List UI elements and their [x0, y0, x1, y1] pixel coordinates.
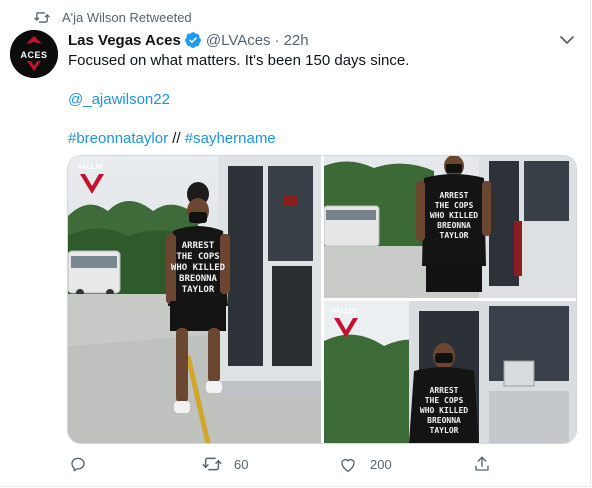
header-separator: · [274, 31, 280, 49]
timestamp[interactable]: 22h [284, 32, 309, 49]
verified-badge-icon [184, 31, 202, 49]
like-count: 200 [370, 456, 392, 472]
retweet-context[interactable]: A'ja Wilson Retweeted [34, 8, 192, 26]
author-name[interactable]: Las Vegas Aces [68, 32, 181, 49]
svg-text:THE COPS: THE COPS [176, 252, 219, 262]
action-bar: 60 200 [68, 452, 580, 476]
heart-icon [338, 454, 358, 474]
retweet-count: 60 [234, 456, 249, 472]
svg-text:THE COPS: THE COPS [425, 396, 464, 405]
photo-player-bus-door[interactable]: ARREST THE COPS WHO KILLED BREONNA TAYLO… [324, 156, 576, 298]
aces-logo: ACES [10, 30, 58, 78]
author-handle[interactable]: @LVAces [206, 32, 271, 49]
photo-player-walking[interactable]: ARREST THE COPS WHO KILLED BREONNA TAYLO… [68, 156, 321, 443]
retweet-icon [202, 454, 222, 474]
like-button[interactable]: 200 [338, 452, 392, 476]
more-options-chevron-icon[interactable] [558, 31, 576, 49]
svg-text:WHO KILLED: WHO KILLED [171, 263, 226, 273]
tweet-text: Focused on what matters. It's been 150 d… [68, 51, 573, 149]
reply-icon [68, 454, 88, 474]
svg-text:BREONNA: BREONNA [179, 274, 218, 284]
svg-text:WHO KILLED: WHO KILLED [420, 406, 468, 415]
reply-button[interactable] [68, 452, 100, 476]
tweet-line: Focused on what matters. It's been 150 d… [68, 52, 410, 69]
svg-text:#ALLIN: #ALLIN [78, 164, 103, 171]
retweet-context-label: A'ja Wilson Retweeted [62, 9, 192, 25]
avatar[interactable]: ACES [10, 30, 58, 78]
svg-text:THE COPS: THE COPS [435, 201, 474, 210]
svg-text:WHO KILLED: WHO KILLED [430, 211, 478, 220]
svg-text:ARREST: ARREST [430, 386, 459, 395]
svg-text:BREONNA: BREONNA [437, 221, 471, 230]
retweet-icon [34, 9, 52, 25]
hashtag-link[interactable]: #breonnataylor [68, 130, 168, 147]
retweet-button[interactable]: 60 [202, 452, 248, 476]
tweet-card[interactable]: A'ja Wilson Retweeted ACES Las Vegas Ace… [0, 0, 591, 487]
svg-text:ARREST: ARREST [182, 241, 215, 251]
share-button[interactable] [472, 452, 492, 476]
svg-text:ARREST: ARREST [440, 191, 469, 200]
hashtag-link[interactable]: #sayhername [185, 130, 276, 147]
svg-text:BREONNA: BREONNA [427, 416, 461, 425]
mention-link[interactable]: @_ajawilson22 [68, 91, 170, 108]
svg-text:TAYLOR: TAYLOR [430, 426, 459, 435]
svg-text:TAYLOR: TAYLOR [440, 231, 469, 240]
photo-player-closeup[interactable]: ARREST THE COPS WHO KILLED BREONNA TAYLO… [324, 301, 576, 443]
share-icon [472, 454, 492, 474]
hashtag-separator: // [172, 130, 181, 147]
media-grid: ARREST THE COPS WHO KILLED BREONNA TAYLO… [67, 155, 577, 444]
svg-text:#ALLIN: #ALLIN [332, 308, 357, 315]
svg-text:TAYLOR: TAYLOR [182, 285, 215, 295]
tweet-header: Las Vegas Aces @LVAces · 22h [68, 30, 580, 50]
svg-text:ACES: ACES [20, 50, 47, 60]
